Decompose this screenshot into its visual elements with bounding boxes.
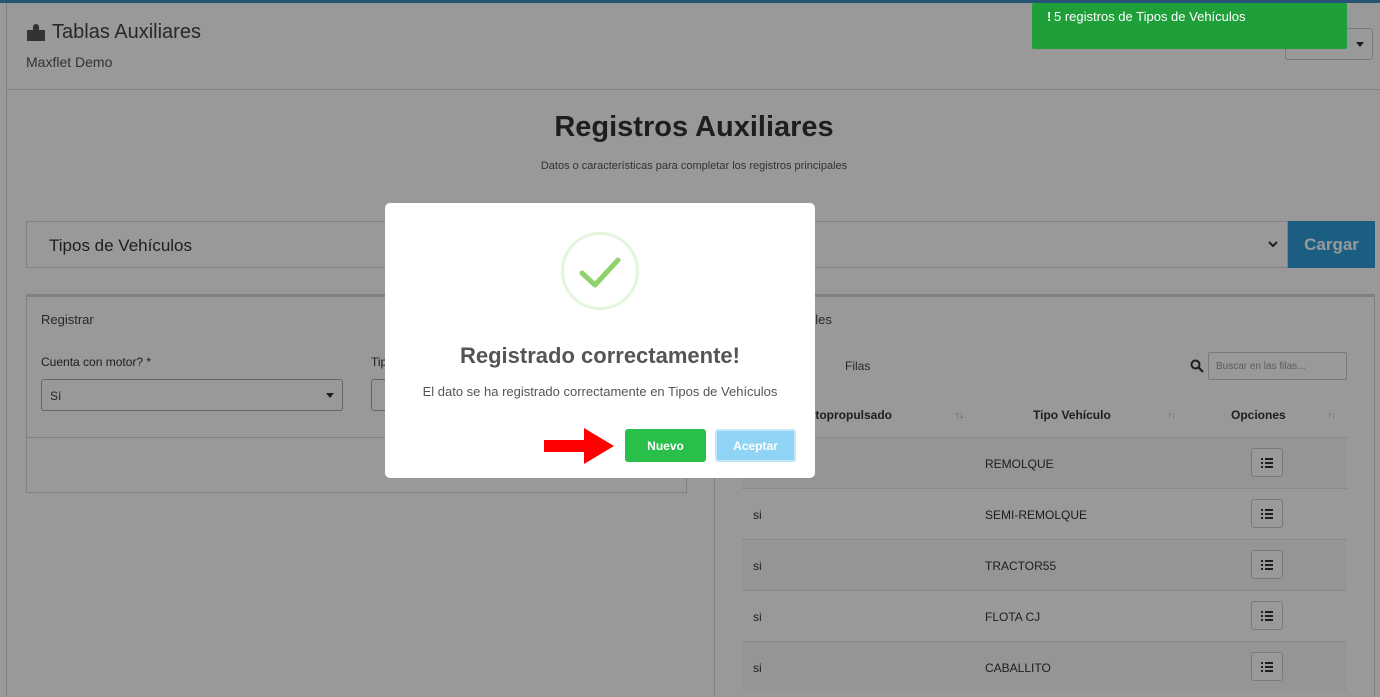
nuevo-button[interactable]: Nuevo bbox=[625, 429, 706, 462]
modal-text: El dato se ha registrado correctamente e… bbox=[422, 384, 778, 399]
check-icon bbox=[579, 257, 621, 288]
exclamation-icon: ! bbox=[1047, 9, 1052, 24]
aceptar-button[interactable]: Aceptar bbox=[715, 429, 796, 462]
success-modal: Registrado correctamente! El dato se ha … bbox=[385, 203, 815, 478]
toast-message: 5 registros de Tipos de Vehículos bbox=[1054, 9, 1246, 24]
toast-notification[interactable]: ! 5 registros de Tipos de Vehículos bbox=[1032, 3, 1347, 49]
modal-title: Registrado correctamente! bbox=[460, 343, 740, 368]
arrow-right-icon bbox=[544, 428, 614, 464]
